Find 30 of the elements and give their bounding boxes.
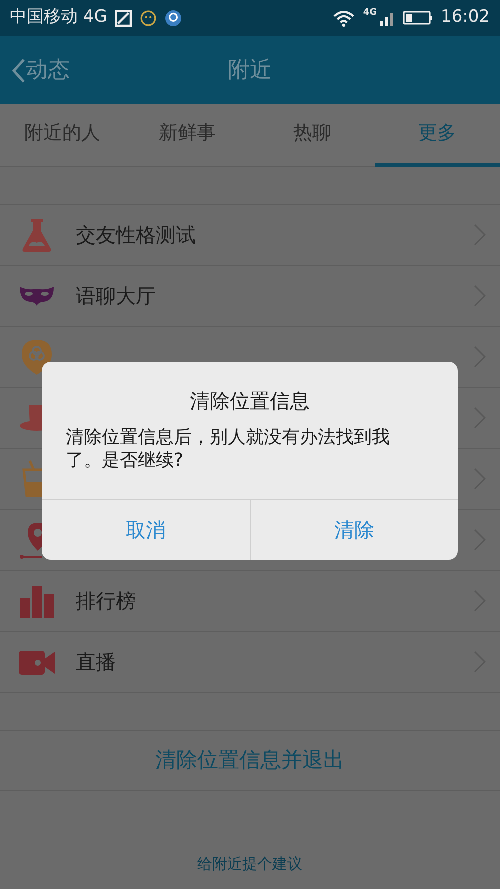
page-title: 附近 bbox=[227, 57, 273, 85]
wifi-icon bbox=[333, 10, 356, 26]
face-icon bbox=[140, 10, 158, 26]
location-icon bbox=[18, 521, 42, 559]
tab[interactable]: 附近的人 bbox=[0, 104, 125, 167]
row-label: 直播 bbox=[76, 649, 117, 676]
row-label: 排行榜 bbox=[76, 588, 137, 615]
back-button[interactable]: 动态 bbox=[12, 54, 70, 87]
row-label: 交友性格测试 bbox=[76, 222, 197, 249]
dialog-button[interactable]: 取消 bbox=[42, 500, 250, 560]
battery-icon bbox=[403, 10, 433, 26]
tab[interactable]: 新鲜事 bbox=[125, 104, 250, 167]
back-chevron-icon bbox=[12, 58, 26, 84]
carrier-text: 中国移动 4G bbox=[10, 6, 108, 30]
time-text: 16:02 bbox=[441, 6, 490, 30]
menu-row[interactable]: 排行榜 bbox=[0, 571, 500, 632]
menu-row[interactable]: 语聊大厅 bbox=[0, 266, 500, 327]
dialog-button[interactable]: 清除 bbox=[250, 500, 458, 560]
dialog-title: 清除位置信息 bbox=[189, 388, 311, 415]
exit-button[interactable]: 清除位置信息并退出 bbox=[0, 730, 500, 791]
menu-row[interactable]: 直播 bbox=[0, 632, 500, 693]
network-text: 4G bbox=[363, 7, 377, 20]
feedback-link[interactable]: 给附近提个建议 bbox=[198, 853, 302, 876]
tab[interactable]: 更多 bbox=[375, 104, 500, 167]
chat-app-icon bbox=[165, 10, 182, 26]
image-icon bbox=[115, 10, 132, 26]
menu-row[interactable]: 交友性格测试 bbox=[0, 205, 500, 266]
dialog-message: 清除位置信息后，别人就没有办法找到我了。是否继续? bbox=[65, 426, 391, 474]
tab[interactable]: 热聊 bbox=[250, 104, 375, 167]
row-label: 语聊大厅 bbox=[76, 283, 157, 310]
